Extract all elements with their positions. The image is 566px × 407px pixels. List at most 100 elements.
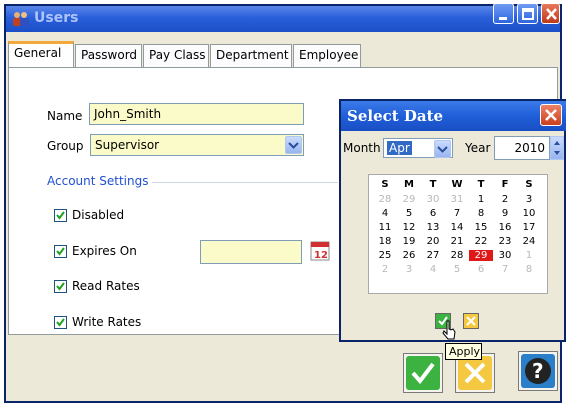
dropdown-arrow-icon[interactable] xyxy=(285,136,302,154)
calendar-day[interactable]: 15 xyxy=(469,222,493,233)
checkmark-icon xyxy=(56,211,65,220)
calendar-day[interactable]: 12 xyxy=(397,222,421,233)
calendar-day[interactable]: 8 xyxy=(469,208,493,219)
calendar-day[interactable]: 20 xyxy=(421,236,445,247)
ok-button[interactable] xyxy=(403,353,443,393)
weekday-header: F xyxy=(501,179,509,190)
dialog-cancel-button[interactable] xyxy=(463,313,479,329)
tab-label: Password xyxy=(81,48,138,62)
calendar-day[interactable]: 5 xyxy=(445,264,469,275)
close-window-button[interactable] xyxy=(541,3,560,24)
name-input[interactable]: John_Smith xyxy=(89,103,304,125)
calendar-day[interactable]: 1 xyxy=(517,250,541,261)
calendar-day[interactable]: 26 xyxy=(397,250,421,261)
calendar-day[interactable]: 27 xyxy=(421,250,445,261)
calendar-day[interactable]: 29 xyxy=(397,194,421,205)
expires-on-date-input[interactable] xyxy=(200,240,302,264)
expires-on-label: Expires On xyxy=(72,244,137,258)
calendar-day[interactable]: 2 xyxy=(493,194,517,205)
calendar-day[interactable]: 23 xyxy=(493,236,517,247)
help-button[interactable]: ? xyxy=(518,351,558,391)
weekday-header: T xyxy=(477,179,485,190)
calendar-day[interactable]: 9 xyxy=(493,208,517,219)
year-spinner[interactable] xyxy=(550,136,564,160)
group-value: Supervisor xyxy=(95,138,160,152)
calendar-day[interactable]: 2 xyxy=(373,264,397,275)
tab-employee[interactable]: Employee xyxy=(293,44,361,67)
calendar-day[interactable]: 18 xyxy=(373,236,397,247)
disabled-checkbox[interactable] xyxy=(54,209,67,222)
calendar-day[interactable]: 28 xyxy=(445,250,469,261)
expires-on-checkbox[interactable] xyxy=(54,245,67,258)
calendar-day[interactable]: 29 xyxy=(469,250,493,261)
year-input[interactable]: 2010 xyxy=(494,136,550,160)
calendar-day[interactable]: 13 xyxy=(421,222,445,233)
write-rates-checkbox[interactable] xyxy=(54,316,67,329)
calendar-day[interactable]: 16 xyxy=(493,222,517,233)
checkmark-icon xyxy=(56,318,65,327)
calendar-day[interactable]: 6 xyxy=(469,264,493,275)
section-divider xyxy=(152,182,338,183)
calendar-day[interactable]: 3 xyxy=(517,194,541,205)
maximize-icon xyxy=(522,8,534,20)
month-select[interactable]: Apr xyxy=(383,138,453,158)
dropdown-arrow-icon[interactable] xyxy=(434,140,451,158)
calendar-day[interactable]: 5 xyxy=(397,208,421,219)
calendar-day[interactable]: 21 xyxy=(445,236,469,247)
calendar-day[interactable]: 4 xyxy=(373,208,397,219)
calendar-day[interactable]: 24 xyxy=(517,236,541,247)
window-title: Users xyxy=(34,10,79,26)
calendar-day[interactable]: 3 xyxy=(397,264,421,275)
tab-password[interactable]: Password xyxy=(75,44,142,67)
calendar-day[interactable]: 14 xyxy=(445,222,469,233)
help-icon: ? xyxy=(521,354,555,388)
calendar-day[interactable]: 19 xyxy=(397,236,421,247)
calendar-day[interactable]: 4 xyxy=(421,264,445,275)
apply-tooltip: Apply xyxy=(445,343,482,360)
calendar-day[interactable]: 17 xyxy=(517,222,541,233)
svg-text:?: ? xyxy=(532,359,544,383)
calendar-day[interactable]: 28 xyxy=(373,194,397,205)
close-icon xyxy=(546,8,557,20)
dialog-close-button[interactable] xyxy=(540,104,562,126)
group-label: Group xyxy=(47,139,84,153)
calendar-icon[interactable]: 12 xyxy=(310,241,330,261)
minimize-icon xyxy=(499,17,507,20)
calendar-day[interactable]: 22 xyxy=(469,236,493,247)
dialog-titlebar[interactable]: Select Date xyxy=(341,101,566,131)
tab-label: Pay Class xyxy=(149,48,206,62)
weekday-header: S xyxy=(525,179,533,190)
minimize-button[interactable] xyxy=(493,3,514,24)
group-select[interactable]: Supervisor xyxy=(90,134,304,156)
calendar-day[interactable]: 25 xyxy=(373,250,397,261)
checkmark-icon xyxy=(406,356,440,390)
tab-label: Department xyxy=(216,48,289,62)
tab-department[interactable]: Department xyxy=(210,44,292,67)
maximize-button[interactable] xyxy=(517,3,538,24)
calendar-day[interactable]: 31 xyxy=(445,194,469,205)
calendar-day[interactable]: 10 xyxy=(517,208,541,219)
weekday-header: S xyxy=(381,179,389,190)
window-titlebar[interactable]: Users xyxy=(6,6,560,32)
calendar-day[interactable]: 30 xyxy=(421,194,445,205)
calendar-day[interactable]: 1 xyxy=(469,194,493,205)
calendar-day[interactable]: 7 xyxy=(445,208,469,219)
dialog-title: Select Date xyxy=(347,107,444,125)
calendar-day[interactable]: 6 xyxy=(421,208,445,219)
account-settings-heading: Account Settings xyxy=(47,174,149,188)
cancel-icon xyxy=(466,316,476,326)
calendar-day[interactable]: 11 xyxy=(373,222,397,233)
calendar-day[interactable]: 30 xyxy=(493,250,517,261)
users-icon xyxy=(12,11,30,27)
tab-pay-class[interactable]: Pay Class xyxy=(143,44,209,67)
svg-text:12: 12 xyxy=(314,250,328,261)
write-rates-label: Write Rates xyxy=(72,315,142,329)
month-label: Month xyxy=(343,141,381,155)
tooltip-text: Apply xyxy=(449,345,481,358)
read-rates-checkbox[interactable] xyxy=(54,280,67,293)
calendar-day[interactable]: 8 xyxy=(517,264,541,275)
calendar-day[interactable]: 7 xyxy=(493,264,517,275)
tab-general[interactable]: General xyxy=(8,41,74,68)
name-label: Name xyxy=(47,109,83,123)
calendar-grid: S M T W T F S 28 29 30 31 1 2 3 4 5 6 7 8 9 10 11 12 13 14 15 16 17… xyxy=(368,174,548,294)
